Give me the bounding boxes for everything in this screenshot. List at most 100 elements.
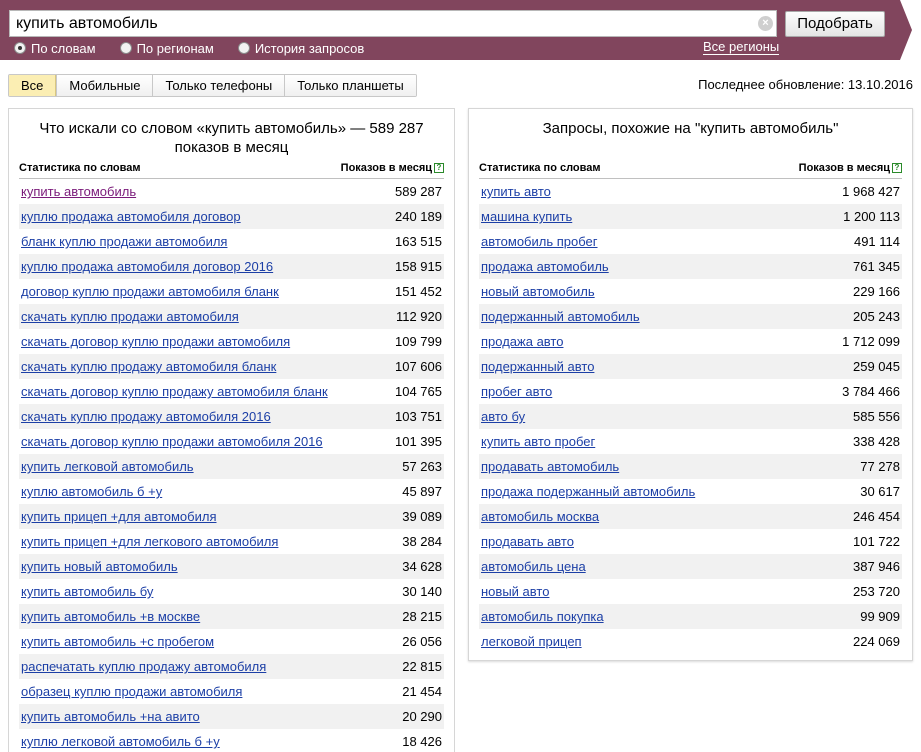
tab-3[interactable]: Только планшеты [284, 75, 416, 96]
impressions-count: 20 290 [402, 709, 442, 724]
phrase-link[interactable]: распечатать куплю продажу автомобиля [21, 659, 266, 674]
impressions-count: 259 045 [853, 359, 900, 374]
table-row: купить авто 1 968 427 [479, 179, 902, 204]
phrase-link[interactable]: купить автомобиль [21, 184, 136, 199]
impressions-count: 28 215 [402, 609, 442, 624]
phrase-link[interactable]: куплю легковой автомобиль б +у [21, 734, 220, 749]
phrase-link[interactable]: купить прицеп +для легкового автомобиля [21, 534, 278, 549]
word-stats-table: Статистика по словам Показов в месяц ? к… [19, 162, 444, 752]
phrase-link[interactable]: купить прицеп +для автомобиля [21, 509, 217, 524]
impressions-count: 3 784 466 [842, 384, 900, 399]
all-regions-link[interactable]: Все регионы [703, 40, 780, 55]
phrase-link[interactable]: легковой прицеп [481, 634, 582, 649]
table-row: подержанный авто 259 045 [479, 354, 902, 379]
impressions-count: 109 799 [395, 334, 442, 349]
table-row: продажа авто 1 712 099 [479, 329, 902, 354]
impressions-count: 21 454 [402, 684, 442, 699]
impressions-count: 163 515 [395, 234, 442, 249]
radio-button[interactable] [14, 42, 26, 54]
impressions-count: 22 815 [402, 659, 442, 674]
phrase-link[interactable]: продавать автомобиль [481, 459, 619, 474]
phrase-link[interactable]: куплю продажа автомобиля договор [21, 209, 241, 224]
table-row: новый авто 253 720 [479, 579, 902, 604]
clear-icon[interactable]: × [758, 16, 773, 31]
table-row: купить автомобиль 589 287 [19, 179, 444, 204]
table-row: купить автомобиль +в москве 28 215 [19, 604, 444, 629]
search-input[interactable] [16, 13, 746, 34]
table-row: скачать договор куплю продажу автомобиля… [19, 379, 444, 404]
radio-button[interactable] [119, 42, 132, 54]
impressions-count: 26 056 [402, 634, 442, 649]
table-row: легковой прицеп 224 069 [479, 629, 902, 654]
phrase-link[interactable]: продажа авто [481, 334, 563, 349]
phrase-link[interactable]: купить автомобиль +на авито [21, 709, 200, 724]
phrase-link[interactable]: скачать куплю продажи автомобиля [21, 309, 239, 324]
phrase-link[interactable]: автомобиль цена [481, 559, 586, 574]
help-icon[interactable]: ? [434, 163, 444, 173]
phrase-link[interactable]: скачать куплю продажу автомобиля 2016 [21, 409, 271, 424]
search-mode-option[interactable]: По словам [14, 41, 96, 56]
phrase-link[interactable]: подержанный автомобиль [481, 309, 640, 324]
table-row: скачать куплю продажи автомобиля 112 920 [19, 304, 444, 329]
phrase-link[interactable]: новый автомобиль [481, 284, 595, 299]
phrase-link[interactable]: купить легковой автомобиль [21, 459, 194, 474]
help-icon[interactable]: ? [892, 163, 902, 173]
table-row: подержанный автомобиль 205 243 [479, 304, 902, 329]
search-mode-group: По словам По регионам История запросов [14, 40, 388, 56]
device-tabs: Все Мобильные Только телефоны Только планше… [8, 74, 417, 97]
phrase-link[interactable]: автомобиль пробег [481, 234, 598, 249]
phrase-link[interactable]: бланк куплю продажи автомобиля [21, 234, 227, 249]
table-row: продажа автомобиль 761 345 [479, 254, 902, 279]
impressions-count: 45 897 [402, 484, 442, 499]
search-box[interactable]: × [9, 10, 777, 37]
phrase-link[interactable]: автомобиль покупка [481, 609, 604, 624]
panel-title: Что искали со словом «купить автомобиль»… [39, 120, 424, 156]
similar-queries-panel: Запросы, похожие на "купить автомобиль" … [468, 108, 913, 661]
phrase-link[interactable]: скачать договор куплю продажи автомобиля… [21, 434, 323, 449]
search-mode-option[interactable]: По регионам [119, 41, 214, 56]
phrase-link[interactable]: продажа автомобиль [481, 259, 609, 274]
phrase-link[interactable]: купить авто пробег [481, 434, 595, 449]
phrase-link[interactable]: купить автомобиль +в москве [21, 609, 200, 624]
phrase-link[interactable]: продажа подержанный автомобиль [481, 484, 695, 499]
phrase-link[interactable]: скачать договор куплю продажи автомобиля [21, 334, 290, 349]
impressions-count: 57 263 [402, 459, 442, 474]
column-header-count-wrap: Показов в месяц ? [341, 162, 444, 178]
impressions-count: 338 428 [853, 434, 900, 449]
impressions-count: 205 243 [853, 309, 900, 324]
phrase-link[interactable]: скачать договор куплю продажу автомобиля… [21, 384, 328, 399]
phrase-link[interactable]: продавать авто [481, 534, 574, 549]
radio-button[interactable] [237, 42, 250, 54]
phrase-link[interactable]: скачать куплю продажу автомобиля бланк [21, 359, 276, 374]
impressions-count: 387 946 [853, 559, 900, 574]
impressions-count: 229 166 [853, 284, 900, 299]
table-row: скачать договор куплю продажи автомобиля… [19, 429, 444, 454]
phrase-link[interactable]: новый авто [481, 584, 549, 599]
phrase-link[interactable]: договор куплю продажи автомобиля бланк [21, 284, 279, 299]
tab-2[interactable]: Только телефоны [152, 75, 285, 96]
column-header-phrase: Статистика по словам [479, 162, 601, 174]
search-mode-option[interactable]: История запросов [237, 41, 364, 56]
last-update-text: Последнее обновление: 13.10.2016 [698, 77, 913, 92]
radio-label: По словам [31, 40, 96, 56]
table-row: скачать куплю продажу автомобиля бланк 10… [19, 354, 444, 379]
phrase-link[interactable]: купить автомобиль бу [21, 584, 153, 599]
phrase-link[interactable]: образец куплю продажи автомобиля [21, 684, 242, 699]
phrase-link[interactable]: купить авто [481, 184, 551, 199]
tab-0[interactable]: Все [9, 75, 57, 96]
phrase-link[interactable]: пробег авто [481, 384, 552, 399]
tab-1[interactable]: Мобильные [56, 75, 153, 96]
table-row: купить прицеп +для легкового автомобиля 3… [19, 529, 444, 554]
table-row: автомобиль покупка 99 909 [479, 604, 902, 629]
phrase-link[interactable]: куплю продажа автомобиля договор 2016 [21, 259, 273, 274]
phrase-link[interactable]: купить новый автомобиль [21, 559, 178, 574]
phrase-link[interactable]: авто бу [481, 409, 525, 424]
impressions-count: 240 189 [395, 209, 442, 224]
phrase-link[interactable]: подержанный авто [481, 359, 594, 374]
phrase-link[interactable]: куплю автомобиль б +у [21, 484, 162, 499]
phrase-link[interactable]: автомобиль москва [481, 509, 599, 524]
phrase-link[interactable]: купить автомобиль +с пробегом [21, 634, 214, 649]
pick-button[interactable]: Подобрать [785, 11, 885, 37]
phrase-link[interactable]: машина купить [481, 209, 572, 224]
table-row: куплю продажа автомобиля договор 2016 158… [19, 254, 444, 279]
